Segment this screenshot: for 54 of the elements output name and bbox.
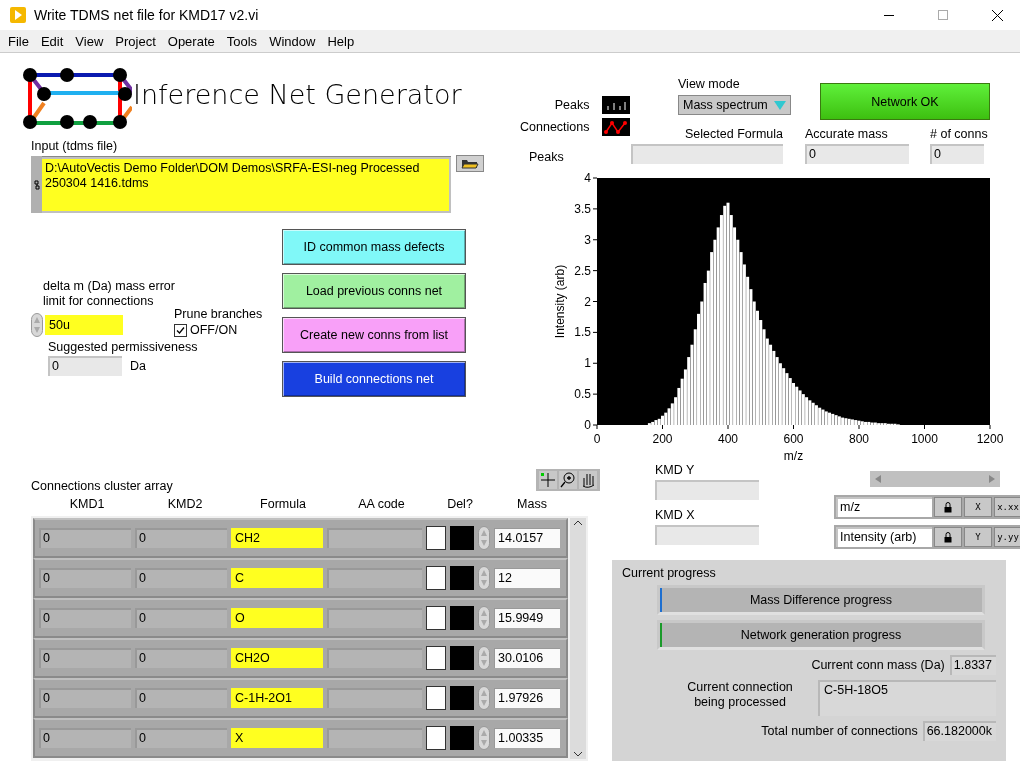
legend-label: Peaks (554, 98, 590, 112)
column-header: KMD2 (167, 497, 203, 511)
field-label: Input (tdms file) (31, 139, 118, 153)
x-tick-label: 1000 (911, 432, 938, 446)
x-tick-label: 200 (652, 432, 673, 446)
x-tick-label: 800 (849, 432, 869, 446)
y-axis-label: Intensity (arb) (553, 264, 567, 339)
x-tick-label: 1200 (976, 432, 1004, 446)
field-label: Accurate mass (805, 127, 889, 141)
field-label: Selected Formula (685, 127, 783, 141)
readout-field: 66.182000k (922, 721, 996, 741)
x-tick-label: 600 (783, 432, 804, 446)
field-label: KMD X (655, 508, 696, 522)
x-tick-label: 0 (593, 432, 601, 446)
checkbox-option: OFF/ON (190, 323, 238, 337)
x-axis-label: m/z (783, 449, 804, 463)
readout-field: 0 (805, 144, 909, 164)
column-header: KMD1 (69, 497, 105, 511)
field-label: Peaks (529, 150, 564, 164)
y-tick-label: 1.5 (574, 325, 591, 340)
column-header: Mass (517, 497, 547, 511)
unit-label: Da (130, 359, 146, 373)
field-label: Current conn mass (Da) (811, 658, 945, 672)
progress-label: Mass Difference progress (749, 593, 893, 607)
permissiveness-field: 0 (48, 356, 122, 376)
progress-label: Network generation progress (740, 628, 902, 642)
window-title: Write TDMS net file for KMD17 v2.vi (34, 7, 260, 23)
checkbox-label: Prune branches (174, 307, 263, 321)
y-tick-label: 3.5 (574, 201, 591, 216)
panel-title: Current progress (622, 566, 717, 580)
y-tick-label: 2 (584, 294, 591, 309)
field-label: View mode (678, 77, 741, 91)
x-tick-label: 400 (718, 432, 738, 446)
y-tick-label: 3 (584, 232, 591, 247)
app-title: Inference Net Generator (133, 79, 462, 110)
column-header: Formula (260, 497, 306, 511)
field-label: Total number of connections (761, 724, 918, 738)
column-header: Del? (447, 497, 473, 511)
y-tick-label: 1 (584, 356, 591, 371)
y-tick-label: 0.5 (574, 387, 591, 402)
readout-field: 1.8337 (949, 655, 996, 675)
field-label: Suggested permissiveness (48, 340, 198, 354)
field-label: # of conns (930, 127, 988, 141)
legend-label: Connections (520, 120, 590, 134)
column-header: AA code (358, 497, 405, 511)
array-label: Connections cluster array (31, 479, 173, 493)
readout-field: 0 (930, 144, 984, 164)
y-tick-label: 0 (584, 418, 591, 432)
readout-field: C-5H-18O5 (818, 680, 996, 716)
y-tick-label: 4 (584, 171, 591, 185)
field-label: KMD Y (655, 463, 696, 477)
field-label: delta m (Da) mass error limit for connections (43, 279, 175, 309)
y-tick-label: 2.5 (574, 263, 591, 278)
field-label: Current connection being processed (686, 680, 794, 711)
